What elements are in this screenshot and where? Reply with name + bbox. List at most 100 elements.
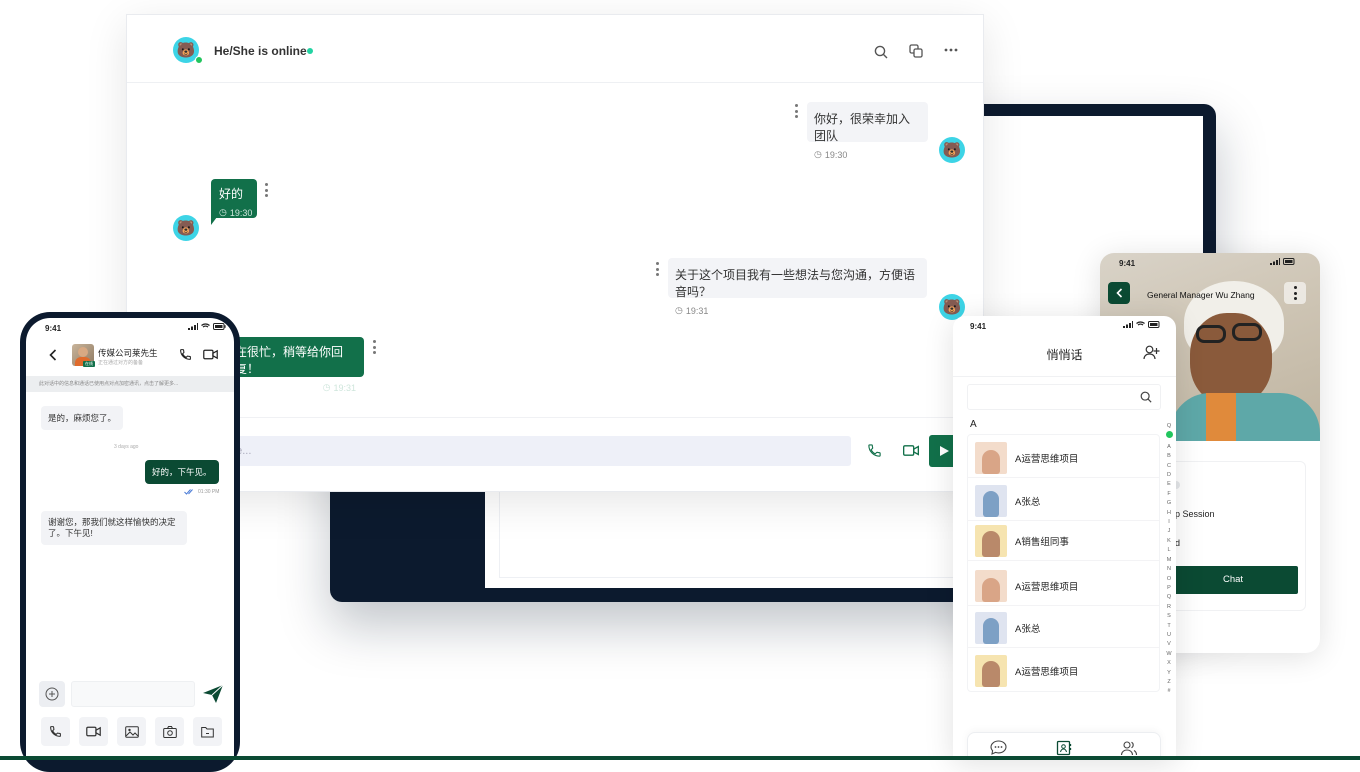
alphabet-letter[interactable]: V bbox=[1165, 640, 1173, 649]
alphabet-letter[interactable]: P bbox=[1165, 584, 1173, 593]
encryption-notice[interactable]: 此对话中的信息和通话已使用点对点加密通讯，点击了解更多... bbox=[26, 376, 234, 392]
list-item[interactable]: A销售组同事 bbox=[967, 521, 1159, 561]
search-icon[interactable] bbox=[1140, 391, 1152, 403]
battery-icon bbox=[213, 323, 226, 330]
clock-icon: ◷ bbox=[219, 207, 227, 217]
alphabet-letter[interactable]: X bbox=[1165, 659, 1173, 668]
footer-accent-bar bbox=[0, 756, 1360, 760]
message-bubble[interactable]: 你好，很荣幸加入团队 ◷ 19:30 bbox=[807, 102, 928, 160]
list-item[interactable]: A运营思维项目 bbox=[967, 651, 1159, 691]
attachment-toolbar bbox=[41, 717, 222, 746]
list-item[interactable]: A张总 bbox=[967, 608, 1159, 648]
message-input[interactable] bbox=[71, 681, 195, 707]
file-button[interactable] bbox=[193, 717, 222, 746]
alphabet-letter[interactable]: W bbox=[1165, 650, 1173, 659]
contact-name: A运营思维项目 bbox=[1015, 581, 1079, 593]
image-icon bbox=[124, 725, 139, 738]
alphabet-letter[interactable] bbox=[1165, 431, 1173, 442]
alphabet-letter[interactable]: # bbox=[1165, 687, 1173, 696]
alphabet-letter[interactable]: T bbox=[1165, 622, 1173, 631]
video-call-icon[interactable] bbox=[203, 349, 218, 360]
alphabet-letter[interactable]: L bbox=[1165, 546, 1173, 555]
desktop-chat-window: 🐻 He/She is online 你好，很荣幸加入团队 ◷ 19:30 🐻 🐻… bbox=[126, 14, 984, 492]
search-input[interactable] bbox=[967, 384, 1161, 410]
more-button[interactable] bbox=[1284, 282, 1306, 304]
alphabet-letter[interactable]: O bbox=[1165, 575, 1173, 584]
clock-icon: ◷ bbox=[675, 305, 683, 315]
phone-call-icon[interactable] bbox=[867, 443, 882, 458]
list-item[interactable]: A张总 bbox=[967, 481, 1159, 521]
message-bubble[interactable]: 好的，下午见。 bbox=[145, 460, 219, 484]
alphabet-letter[interactable]: R bbox=[1165, 603, 1173, 612]
alphabet-letter[interactable]: Y bbox=[1165, 669, 1173, 678]
image-button[interactable] bbox=[117, 717, 146, 746]
alphabet-letter[interactable]: B bbox=[1165, 452, 1173, 461]
contact-name: 传媒公司莱先生 bbox=[98, 348, 158, 358]
alphabet-letter[interactable]: F bbox=[1165, 490, 1173, 499]
message-time: 19:30 bbox=[824, 149, 848, 160]
phone-icon bbox=[50, 726, 61, 737]
back-button[interactable] bbox=[1108, 282, 1130, 304]
alphabet-letter[interactable]: G bbox=[1165, 499, 1173, 508]
list-item[interactable]: A运营思维项目 bbox=[967, 438, 1159, 478]
alphabet-letter[interactable]: A bbox=[1165, 443, 1173, 452]
alphabet-letter[interactable]: U bbox=[1165, 631, 1173, 640]
message-menu-icon[interactable] bbox=[264, 183, 268, 197]
play-send-icon bbox=[940, 446, 949, 456]
tab-chats-icon[interactable] bbox=[990, 740, 1007, 755]
online-dot-icon bbox=[195, 56, 203, 64]
video-icon bbox=[86, 726, 101, 737]
message-bubble[interactable]: 谢谢您，那我们就这样愉快的决定了。下午见! bbox=[41, 511, 187, 545]
video-button[interactable] bbox=[79, 717, 108, 746]
phone-call-icon[interactable] bbox=[179, 348, 192, 361]
status-icons bbox=[1270, 258, 1296, 265]
message-input[interactable]: ge... bbox=[221, 436, 851, 466]
status-time: 9:41 bbox=[970, 322, 987, 331]
alphabet-letter[interactable]: C bbox=[1165, 462, 1173, 471]
add-contact-icon[interactable] bbox=[1143, 345, 1160, 360]
alphabet-letter[interactable]: K bbox=[1165, 537, 1173, 546]
tab-contacts-icon[interactable] bbox=[1056, 740, 1072, 756]
add-attachment-button[interactable] bbox=[39, 681, 65, 707]
alphabet-letter[interactable]: M bbox=[1165, 556, 1173, 565]
status-icons bbox=[1123, 321, 1161, 328]
alphabet-index[interactable]: Q A B C D E F G H I J K L M N O P Q R S T U V W X Y Z # bbox=[1165, 422, 1173, 697]
alphabet-letter[interactable]: J bbox=[1165, 527, 1173, 536]
message-bubble[interactable]: 是的，麻烦您了。 bbox=[41, 406, 124, 430]
more-options-icon[interactable] bbox=[944, 45, 958, 55]
message-bubble[interactable]: 在很忙，稍等给你回复！ ◷ 19:31 bbox=[227, 337, 364, 393]
alphabet-letter[interactable]: H bbox=[1165, 509, 1173, 518]
copy-window-icon[interactable] bbox=[909, 44, 923, 58]
group-session-label[interactable]: up Session bbox=[1170, 509, 1215, 519]
contact-avatar bbox=[975, 611, 1007, 644]
alphabet-letter[interactable]: Q bbox=[1165, 593, 1173, 602]
status-icons bbox=[188, 323, 226, 330]
message-bubble[interactable]: 好的 ◷ 19:30 bbox=[211, 179, 257, 218]
clock-icon: ◷ bbox=[322, 382, 331, 392]
voice-call-button[interactable] bbox=[41, 717, 70, 746]
list-item[interactable]: A运营思维项目 bbox=[967, 566, 1159, 606]
back-arrow-icon[interactable] bbox=[49, 349, 57, 361]
search-icon[interactable] bbox=[874, 45, 888, 59]
alphabet-letter[interactable]: N bbox=[1165, 565, 1173, 574]
wifi-icon bbox=[1136, 321, 1145, 326]
alphabet-letter[interactable]: S bbox=[1165, 612, 1173, 621]
chat-button[interactable]: Chat bbox=[1168, 566, 1298, 594]
alphabet-letter[interactable]: D bbox=[1165, 471, 1173, 480]
message-menu-icon[interactable] bbox=[794, 104, 798, 118]
message-menu-icon[interactable] bbox=[655, 262, 659, 276]
alphabet-letter[interactable]: I bbox=[1165, 518, 1173, 527]
alphabet-letter[interactable]: Z bbox=[1165, 678, 1173, 687]
alphabet-letter[interactable]: Q bbox=[1165, 422, 1173, 431]
mobile-chat-screen: 9:41 在线 传媒公司莱先生 正在通过对方的备备 此对话中的信息和通话已使用点… bbox=[26, 318, 234, 760]
alphabet-letter[interactable]: E bbox=[1165, 480, 1173, 489]
camera-button[interactable] bbox=[155, 717, 184, 746]
message-bubble[interactable]: 关于这个项目我有一些想法与您沟通，方便语音吗？ ◷ 19:31 bbox=[668, 258, 927, 316]
tab-groups-icon[interactable] bbox=[1120, 740, 1138, 756]
video-call-icon[interactable] bbox=[903, 444, 919, 457]
contact-name: A运营思维项目 bbox=[1015, 453, 1079, 465]
bubble-tail bbox=[211, 217, 217, 225]
send-icon[interactable] bbox=[202, 684, 224, 704]
self-avatar: 🐻 bbox=[939, 137, 965, 163]
message-menu-icon[interactable] bbox=[372, 340, 376, 354]
